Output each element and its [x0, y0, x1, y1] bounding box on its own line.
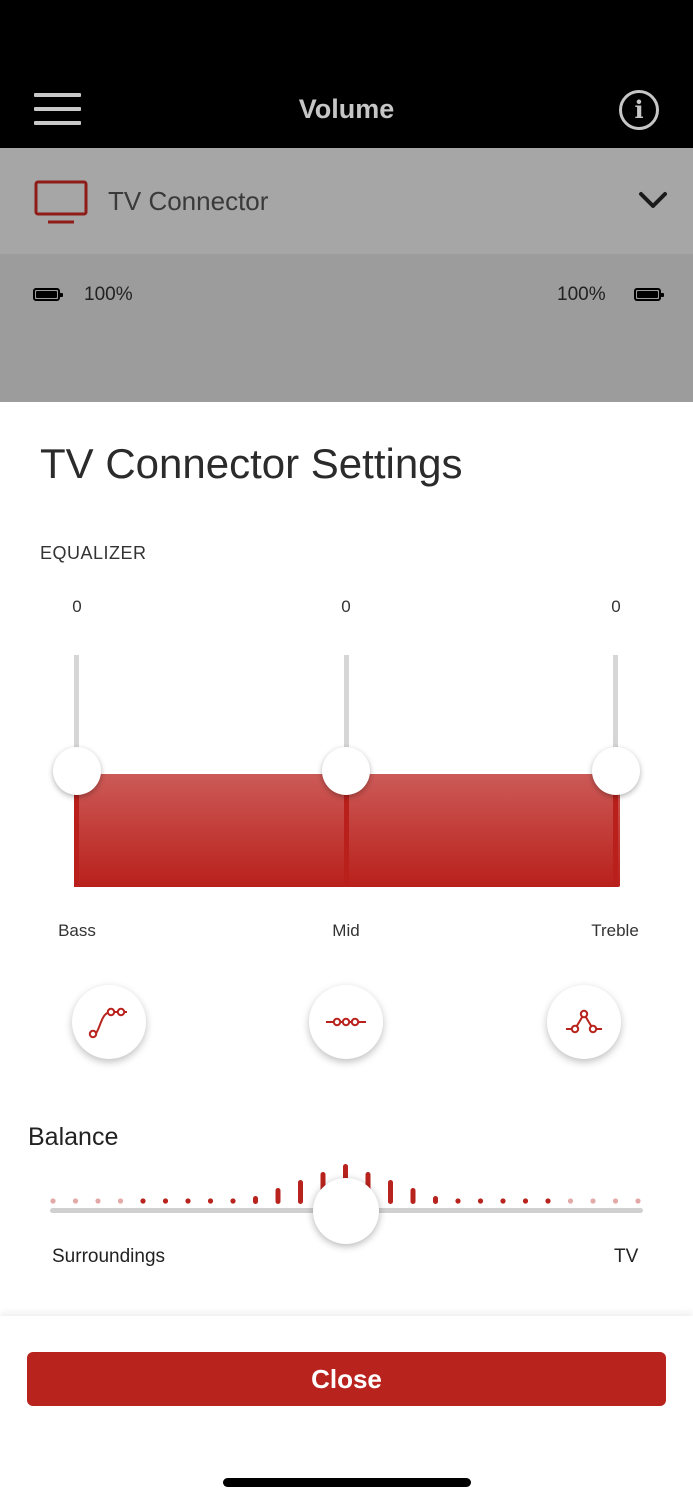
balance-slider-knob[interactable] — [313, 1178, 379, 1244]
close-button[interactable]: Close — [27, 1352, 666, 1406]
bass-boost-preset-button[interactable] — [72, 985, 146, 1059]
mid-boost-preset-icon — [566, 1009, 602, 1034]
home-indicator — [223, 1478, 471, 1487]
balance-mark — [95, 1198, 101, 1204]
mid-slider-knob[interactable] — [322, 747, 370, 795]
hearing-device-status — [0, 254, 693, 402]
top-bar — [0, 0, 693, 148]
balance-mark — [140, 1198, 146, 1204]
balance-mark — [162, 1198, 169, 1204]
balance-mark — [567, 1198, 574, 1204]
info-icon[interactable]: i — [619, 90, 659, 130]
battery-left-icon — [33, 288, 63, 301]
page-title: Volume — [298, 94, 395, 124]
balance-mark — [612, 1198, 619, 1204]
balance-left-label: Surroundings — [52, 1246, 166, 1267]
battery-left-label: 100% — [84, 284, 133, 305]
balance-mark — [433, 1196, 438, 1204]
treble-slider-knob[interactable] — [592, 747, 640, 795]
balance-mark — [545, 1198, 551, 1204]
balance-mark — [185, 1198, 191, 1204]
balance-mark — [72, 1198, 79, 1204]
tv-icon — [34, 180, 88, 224]
balance-mark — [455, 1198, 461, 1204]
settings-title: TV Connector Settings — [40, 440, 463, 487]
battery-right-icon — [634, 288, 664, 301]
footer — [0, 1316, 693, 1500]
balance-mark — [50, 1198, 56, 1204]
mid-label: Mid — [332, 921, 360, 940]
balance-mark — [253, 1196, 258, 1204]
mid-boost-preset-button[interactable] — [547, 985, 621, 1059]
balance-mark — [635, 1198, 641, 1204]
balance-mark — [117, 1198, 124, 1204]
balance-label: Balance — [28, 1123, 119, 1151]
balance-mark — [275, 1188, 281, 1204]
balance-mark — [388, 1180, 393, 1204]
treble-label: Treble — [591, 921, 639, 940]
treble-value: 0 — [611, 597, 621, 616]
equalizer-label: EQUALIZER — [40, 543, 147, 563]
flat-preset-button[interactable] — [309, 985, 383, 1059]
balance-mark — [298, 1180, 303, 1204]
bass-label: Bass — [58, 921, 96, 940]
battery-right-label: 100% — [557, 284, 606, 305]
balance-mark — [500, 1198, 506, 1204]
balance-mark — [230, 1198, 236, 1204]
balance-right-label: TV — [614, 1246, 639, 1267]
device-name: TV Connector — [108, 186, 269, 216]
balance-mark — [410, 1188, 416, 1204]
chevron-down-icon[interactable] — [638, 188, 668, 214]
mid-value: 0 — [341, 597, 351, 616]
bass-slider-knob[interactable] — [53, 747, 101, 795]
balance-mark — [522, 1198, 529, 1204]
bass-value: 0 — [72, 597, 82, 616]
flat-preset-icon — [326, 1017, 366, 1027]
balance-mark — [207, 1198, 214, 1204]
balance-mark — [477, 1198, 484, 1204]
balance-mark — [590, 1198, 596, 1204]
bass-boost-preset-icon — [88, 1007, 127, 1039]
device-selector[interactable] — [0, 148, 693, 254]
